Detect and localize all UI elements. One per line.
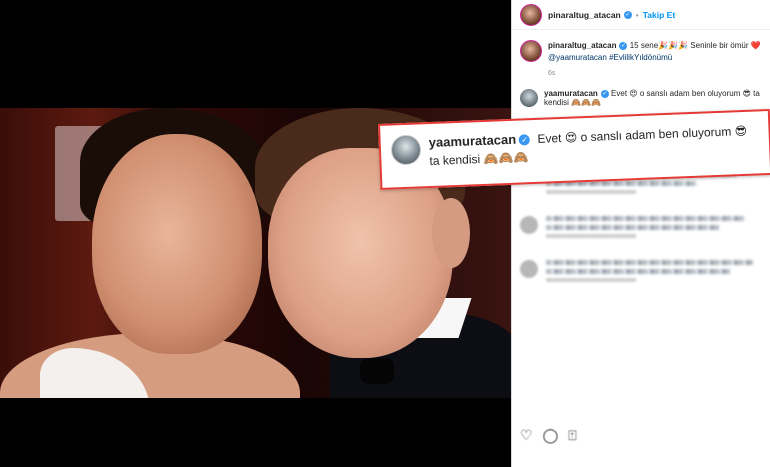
man-ear <box>432 198 470 268</box>
callout-avatar <box>390 134 422 166</box>
verified-badge-icon: ✓ <box>623 10 632 19</box>
heart-icon[interactable]: ♡ <box>520 427 533 444</box>
commenter-avatar[interactable] <box>520 89 538 108</box>
post-image-pane <box>0 0 511 467</box>
separator-dot: • <box>635 9 639 20</box>
verified-badge-icon: ✓ <box>518 134 531 146</box>
blurred-avatar <box>520 216 538 235</box>
caption-time: 6s <box>548 70 556 78</box>
caption-hashtag[interactable]: #EvlilikYıldönümü <box>609 53 672 62</box>
caption-text: 15 sene🎉🎉🎉 Seninle bir ömür ❤️ <box>629 41 761 50</box>
verified-badge-icon: ✓ <box>619 41 628 50</box>
post-actions: ♡ ◯ ⍐ <box>520 427 577 444</box>
verified-badge-icon: ✓ <box>600 90 609 99</box>
woman-face <box>92 134 262 354</box>
instagram-sidebar: pinaraltug_atacan ✓ • Takip Et pinaraltu… <box>511 0 770 467</box>
follow-button[interactable]: Takip Et <box>643 10 675 20</box>
comment-body: yaamuratacan ✓ Evet 😍 o sanslı adam ben o… <box>544 89 762 107</box>
author-username[interactable]: pinaraltug_atacan <box>548 10 621 20</box>
share-icon[interactable]: ⍐ <box>568 427 576 444</box>
callout-username: yaamuratacan <box>428 131 517 151</box>
author-avatar[interactable] <box>520 3 542 26</box>
post-header: pinaraltug_atacan ✓ • Takip Et <box>512 0 770 30</box>
caption-avatar[interactable] <box>520 40 542 62</box>
post-caption: pinaraltug_atacan ✓ 15 sene🎉🎉🎉 Seninle bi… <box>512 30 770 83</box>
comment-item: yaamuratacan ✓ Evet 😍 o sanslı adam ben o… <box>512 83 770 113</box>
comment-username[interactable]: yaamuratacan <box>544 89 598 98</box>
blurred-comment <box>520 216 762 239</box>
blurred-comment <box>520 260 762 283</box>
caption-body: pinaraltug_atacan ✓ 15 sene🎉🎉🎉 Seninle bi… <box>548 40 761 79</box>
comment-icon[interactable]: ◯ <box>543 427 559 444</box>
caption-username[interactable]: pinaraltug_atacan <box>548 41 616 50</box>
blurred-avatar <box>520 260 538 279</box>
caption-mention[interactable]: @yaamuratacan <box>548 53 607 62</box>
callout-text-block: yaamuratacan ✓ Evet 😍 o sanslı adam ben o… <box>428 121 760 180</box>
bow-tie <box>360 358 394 384</box>
